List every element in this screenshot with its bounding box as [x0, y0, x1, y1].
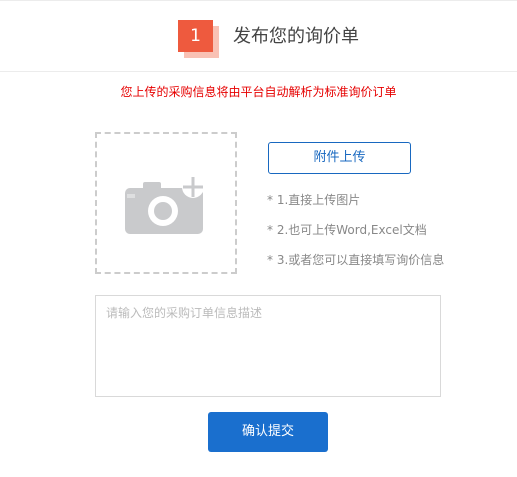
- auto-parse-notice: 您上传的采购信息将由平台自动解析为标准询价订单: [120, 85, 397, 99]
- attachment-upload-button[interactable]: 附件上传: [268, 142, 411, 174]
- upload-tip: * 1.直接上传图片: [267, 193, 361, 207]
- order-description-input[interactable]: [95, 295, 441, 397]
- inquiry-page: 1 发布您的询价单 您上传的采购信息将由平台自动解析为标准询价订单 附件上传 *…: [0, 0, 517, 477]
- submit-button[interactable]: 确认提交: [208, 412, 328, 452]
- add-photo-camera-icon: [125, 176, 204, 234]
- step-number-badge: 1: [178, 20, 213, 52]
- page-title: 发布您的询价单: [233, 26, 359, 47]
- step-indicator: 1: [178, 20, 222, 60]
- image-upload-dropzone[interactable]: [95, 132, 237, 274]
- upload-tip: * 2.也可上传Word,Excel文档: [267, 223, 427, 237]
- upload-tip: * 3.或者您可以直接填写询价信息: [267, 253, 445, 267]
- page-header: 1 发布您的询价单: [0, 0, 517, 72]
